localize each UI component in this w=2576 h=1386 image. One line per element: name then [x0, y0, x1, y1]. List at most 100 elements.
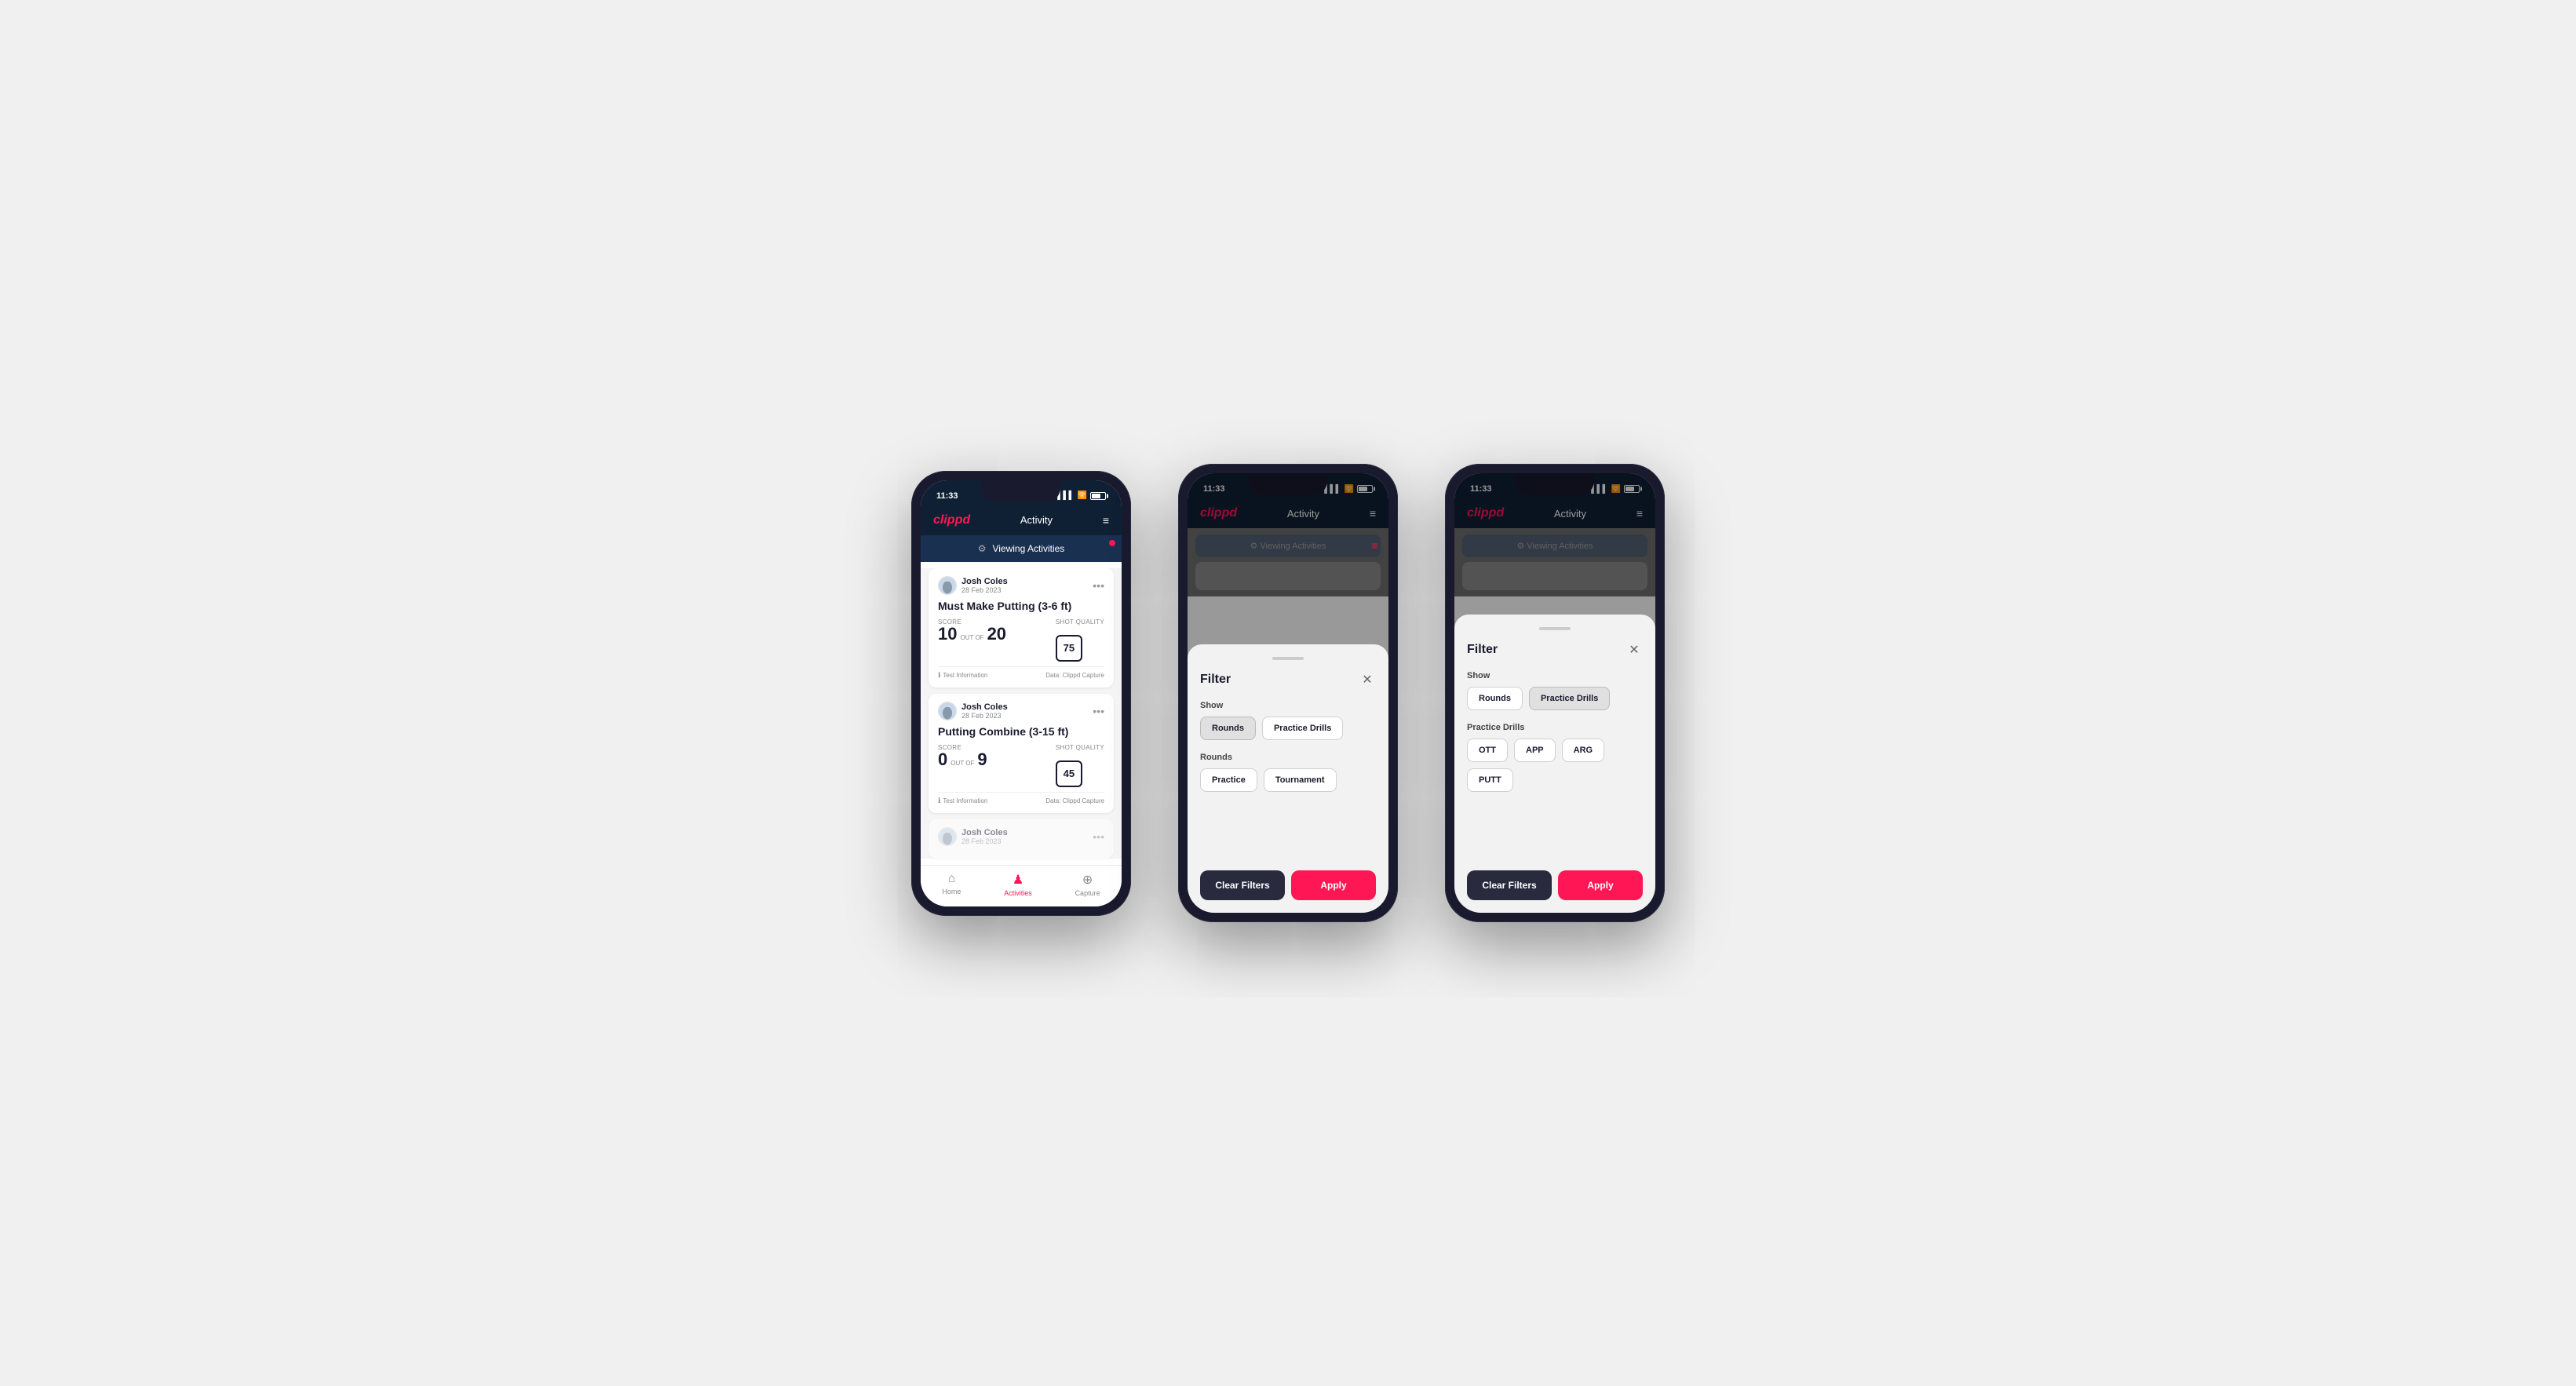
sheet-actions-3: Clear Filters Apply: [1467, 870, 1643, 900]
score-group-1: Score 10 OUT OF 20: [938, 618, 1006, 643]
card-1-stats: Score 10 OUT OF 20 Shot Quality 75: [938, 618, 1104, 662]
card-1-info: ℹ Test Information: [938, 671, 987, 680]
card-3-menu[interactable]: •••: [1093, 830, 1104, 843]
activities-icon: ♟: [1013, 872, 1023, 888]
nav-capture[interactable]: ⊕ Capture: [1075, 872, 1100, 897]
notch: [982, 480, 1060, 502]
phone-1-screen: 11:33 ▌▌▌ 🛜 clippd Activity ≡ ⚙ Viewing …: [921, 480, 1122, 906]
wifi-icon: 🛜: [1078, 491, 1087, 500]
user-details-2: Josh Coles 28 Feb 2023: [961, 702, 1008, 720]
rounds-btn-2[interactable]: Rounds: [1200, 717, 1256, 740]
nav-home[interactable]: ⌂ Home: [942, 872, 961, 897]
card-1-footer: ℹ Test Information Data: Clippd Capture: [938, 666, 1104, 680]
activities-label: Activities: [1004, 889, 1032, 897]
score-value-2: 0: [938, 751, 947, 768]
clear-filters-btn-3[interactable]: Clear Filters: [1467, 870, 1552, 900]
activity-list: Josh Coles 28 Feb 2023 ••• Must Make Put…: [921, 568, 1122, 859]
filter-title-2: Filter: [1200, 673, 1231, 687]
shot-quality-label-1: Shot Quality: [1056, 618, 1104, 626]
user-date-2: 28 Feb 2023: [961, 712, 1008, 720]
card-2-menu[interactable]: •••: [1093, 705, 1104, 717]
home-label: Home: [942, 888, 961, 895]
apply-btn-3[interactable]: Apply: [1558, 870, 1643, 900]
practice-drills-btn-3[interactable]: Practice Drills: [1529, 687, 1610, 710]
card-1-title: Must Make Putting (3-6 ft): [938, 600, 1104, 612]
menu-icon[interactable]: ≡: [1103, 514, 1109, 527]
activity-card-1[interactable]: Josh Coles 28 Feb 2023 ••• Must Make Put…: [929, 568, 1114, 688]
avatar-2: [938, 702, 957, 720]
show-filter-buttons-3: Rounds Practice Drills: [1467, 687, 1643, 710]
filter-title-3: Filter: [1467, 643, 1498, 657]
filter-header-3: Filter ✕: [1467, 641, 1643, 658]
card-1-menu[interactable]: •••: [1093, 579, 1104, 592]
capture-icon: ⊕: [1082, 872, 1093, 888]
status-icons: ▌▌▌ 🛜: [1057, 491, 1106, 500]
out-of-label-1: OUT OF: [960, 634, 983, 641]
card-2-data-source: Data: Clippd Capture: [1045, 797, 1104, 804]
notification-dot: [1109, 540, 1115, 546]
arg-btn-3[interactable]: ARG: [1562, 739, 1604, 762]
scene: 11:33 ▌▌▌ 🛜 clippd Activity ≡ ⚙ Viewing …: [864, 401, 1712, 985]
nav-title: Activity: [1020, 514, 1053, 526]
battery-icon: [1090, 492, 1106, 500]
user-details-1: Josh Coles 28 Feb 2023: [961, 577, 1008, 594]
card-1-data-source: Data: Clippd Capture: [1045, 672, 1104, 679]
practice-drills-section-label-3: Practice Drills: [1467, 723, 1643, 732]
viewing-activities-banner[interactable]: ⚙ Viewing Activities: [921, 535, 1122, 562]
practice-drills-filter-buttons-3: OTT APP ARG PUTT: [1467, 739, 1643, 792]
show-label-2: Show: [1200, 701, 1376, 710]
apply-btn-2[interactable]: Apply: [1291, 870, 1376, 900]
user-name-3: Josh Coles: [961, 828, 1008, 837]
card-2-footer: ℹ Test Information Data: Clippd Capture: [938, 792, 1104, 805]
score-group-2: Score 0 OUT OF 9: [938, 744, 987, 768]
home-icon: ⌂: [948, 872, 956, 886]
phone-3: 11:33 ▌▌▌ 🛜 clippd Activity ≡ ⚙ Viewing: [1445, 464, 1665, 922]
shot-quality-badge-1: 75: [1056, 635, 1082, 662]
putt-btn-3[interactable]: PUTT: [1467, 768, 1513, 792]
activity-card-3-stub[interactable]: Josh Coles 28 Feb 2023 •••: [929, 819, 1114, 859]
practice-drills-btn-2[interactable]: Practice Drills: [1262, 717, 1343, 740]
filter-close-3[interactable]: ✕: [1626, 641, 1643, 658]
user-name-2: Josh Coles: [961, 702, 1008, 712]
rounds-btn-3[interactable]: Rounds: [1467, 687, 1523, 710]
shot-quality-label-2: Shot Quality: [1056, 744, 1104, 751]
activity-card-2[interactable]: Josh Coles 28 Feb 2023 ••• Putting Combi…: [929, 694, 1114, 813]
capture-label: Capture: [1075, 889, 1100, 897]
nav-activities[interactable]: ♟ Activities: [1004, 872, 1032, 897]
clear-filters-btn-2[interactable]: Clear Filters: [1200, 870, 1285, 900]
ott-btn-3[interactable]: OTT: [1467, 739, 1508, 762]
nav-bar: clippd Activity ≡: [921, 507, 1122, 535]
app-logo: clippd: [933, 513, 970, 527]
practice-round-btn-2[interactable]: Practice: [1200, 768, 1257, 792]
user-date-3: 28 Feb 2023: [961, 837, 1008, 845]
card-2-title: Putting Combine (3-15 ft): [938, 725, 1104, 738]
user-details-3: Josh Coles 28 Feb 2023: [961, 828, 1008, 845]
card-2-header: Josh Coles 28 Feb 2023 •••: [938, 702, 1104, 720]
shot-quality-badge-2: 45: [1056, 760, 1082, 787]
spacer-3: [1467, 804, 1643, 852]
spacer-2: [1200, 804, 1376, 852]
shot-quality-group-1: Shot Quality 75: [1056, 618, 1104, 662]
tournament-btn-2[interactable]: Tournament: [1264, 768, 1337, 792]
card-2-info: ℹ Test Information: [938, 797, 987, 805]
shots-value-2: 9: [977, 751, 987, 768]
sheet-handle-3: [1539, 627, 1571, 630]
app-btn-3[interactable]: APP: [1514, 739, 1556, 762]
sheet-handle-2: [1272, 657, 1304, 660]
filter-close-2[interactable]: ✕: [1359, 671, 1376, 688]
user-info-1: Josh Coles 28 Feb 2023: [938, 576, 1008, 595]
shots-value-1: 20: [987, 626, 1006, 643]
shot-quality-group-2: Shot Quality 45: [1056, 744, 1104, 787]
phone-2-screen: 11:33 ▌▌▌ 🛜 clippd Activity ≡ ⚙ Viewing: [1188, 473, 1388, 913]
viewing-activities-text: Viewing Activities: [992, 543, 1064, 554]
out-of-label-2: OUT OF: [950, 760, 974, 767]
filter-header-2: Filter ✕: [1200, 671, 1376, 688]
show-label-3: Show: [1467, 671, 1643, 680]
avatar-1: [938, 576, 957, 595]
card-2-stats: Score 0 OUT OF 9 Shot Quality 45: [938, 744, 1104, 787]
signal-icon: ▌▌▌: [1057, 491, 1074, 500]
phone-1: 11:33 ▌▌▌ 🛜 clippd Activity ≡ ⚙ Viewing …: [911, 471, 1131, 916]
bottom-nav: ⌂ Home ♟ Activities ⊕ Capture: [921, 865, 1122, 906]
user-info-3: Josh Coles 28 Feb 2023: [938, 827, 1008, 846]
sheet-actions-2: Clear Filters Apply: [1200, 870, 1376, 900]
